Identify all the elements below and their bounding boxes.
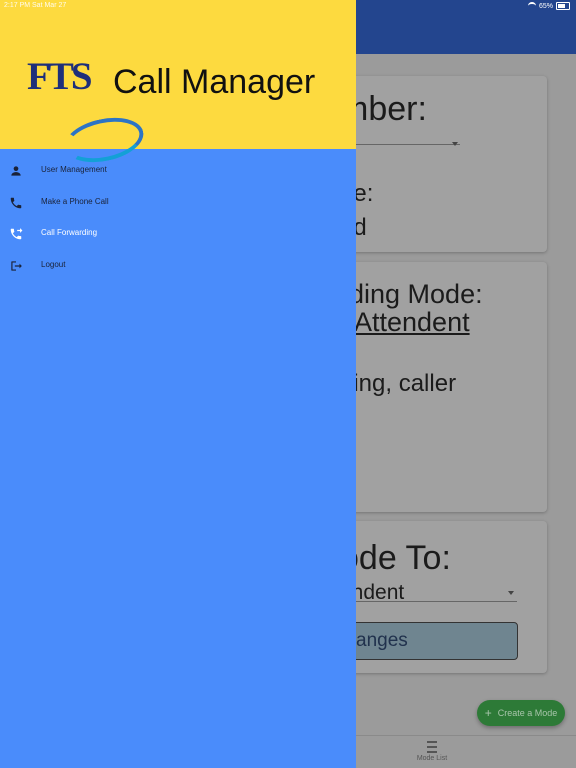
menu-item-call-forwarding[interactable]: Call Forwarding bbox=[0, 221, 356, 253]
nav-mode-list-label: Mode List bbox=[416, 755, 448, 762]
create-mode-button[interactable]: + Create a Mode bbox=[477, 700, 565, 726]
list-icon bbox=[427, 741, 437, 753]
status-time-date: 2:17 PM Sat Mar 27 bbox=[4, 2, 67, 9]
forwarding-mode-description: ding, caller bbox=[340, 370, 457, 397]
nav-mode-list[interactable]: Mode List bbox=[414, 741, 450, 762]
logout-icon bbox=[11, 260, 22, 271]
navigation-drawer: FTS Call Manager User Management Make a … bbox=[0, 0, 356, 768]
menu-item-label: Logout bbox=[41, 259, 66, 269]
status-right: 65% bbox=[527, 2, 570, 10]
change-mode-heading: ode To: bbox=[340, 539, 451, 577]
menu-item-label: Make a Phone Call bbox=[41, 196, 109, 206]
wifi-icon bbox=[527, 2, 536, 10]
menu-item-label: Call Forwarding bbox=[41, 228, 98, 237]
battery-percent: 65% bbox=[538, 2, 553, 10]
status-bar: 2:17 PM Sat Mar 27 65% bbox=[0, 0, 576, 12]
forwarding-mode-heading: rding Mode: bbox=[340, 279, 483, 309]
app-title: Call Manager bbox=[113, 63, 316, 101]
save-changes-label: anges bbox=[356, 630, 408, 651]
menu-item-logout[interactable]: Logout bbox=[0, 253, 356, 285]
phone-icon bbox=[10, 197, 22, 208]
logo-letters: FTS bbox=[27, 55, 93, 98]
battery-icon bbox=[556, 2, 570, 10]
menu-item-make-phone-call[interactable]: Make a Phone Call bbox=[0, 190, 356, 222]
chevron-down-icon bbox=[452, 142, 458, 146]
menu-item-user-management[interactable]: User Management bbox=[0, 158, 356, 190]
plus-icon: + bbox=[484, 706, 492, 720]
person-icon bbox=[11, 166, 21, 176]
drawer-header: FTS Call Manager bbox=[0, 0, 356, 169]
chevron-down-icon bbox=[508, 591, 514, 595]
create-mode-label: Create a Mode bbox=[497, 708, 558, 718]
forwarding-mode-link[interactable]: Attendent bbox=[354, 307, 470, 338]
drawer-menu: User Management Make a Phone Call Call F… bbox=[0, 158, 356, 284]
menu-item-label: User Management bbox=[41, 165, 107, 174]
phone-forward-icon bbox=[10, 228, 23, 240]
